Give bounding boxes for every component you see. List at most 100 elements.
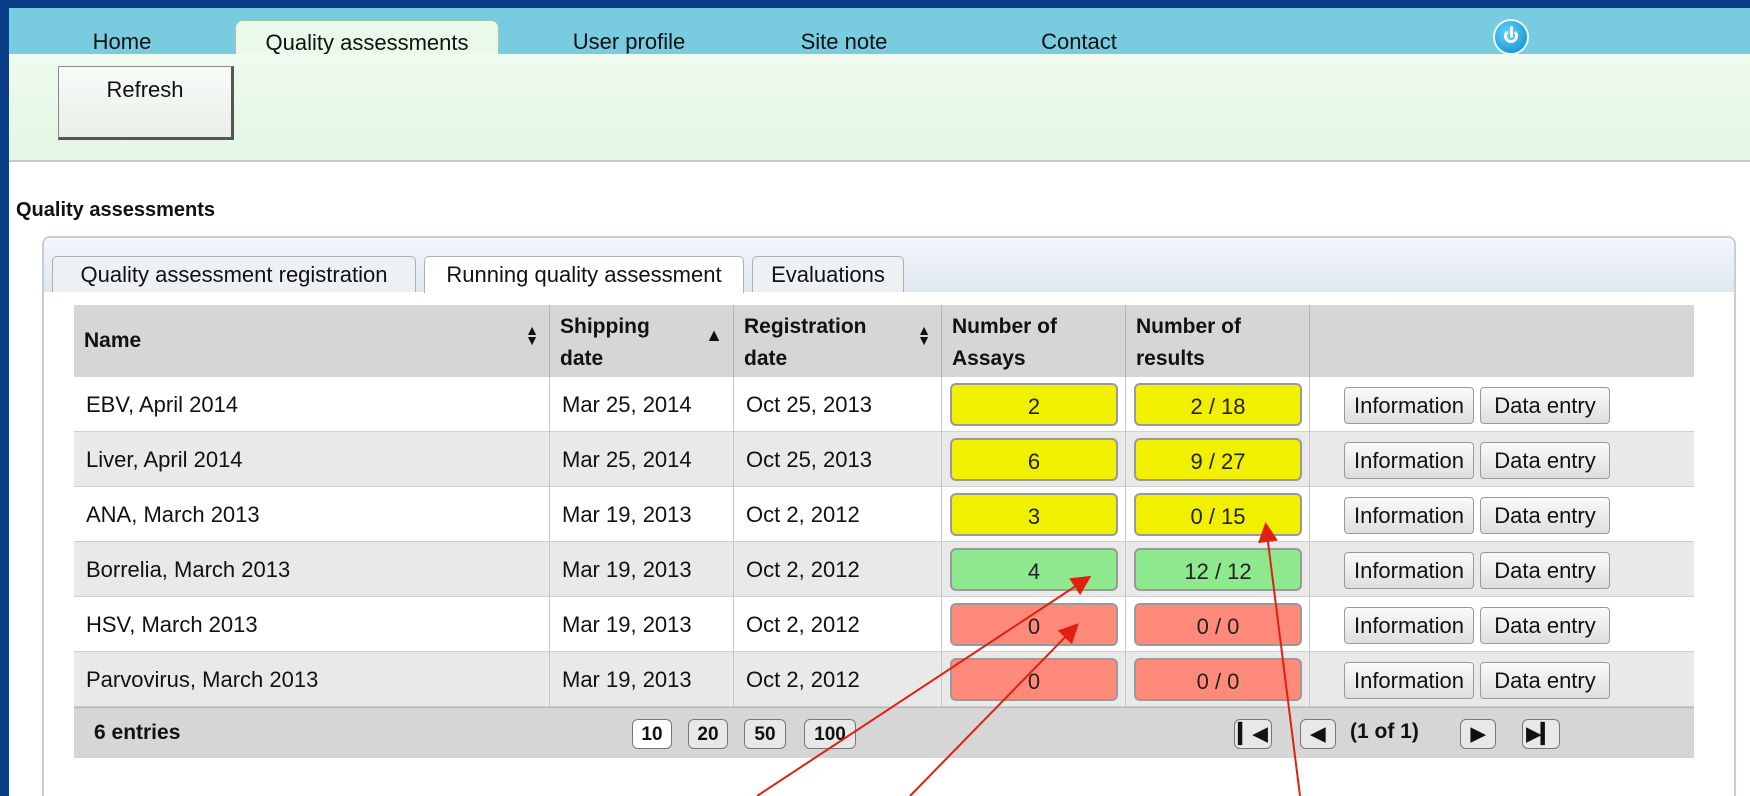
last-page-icon[interactable]: ▶▎: [1522, 719, 1560, 749]
assays-status-badge: 4: [950, 548, 1118, 591]
cell-registration-date: Oct 25, 2013: [734, 377, 942, 432]
app-window: Home Quality assessments User profile Si…: [9, 0, 1750, 796]
data-entry-button[interactable]: Data entry: [1480, 662, 1610, 699]
table-row: ANA, March 2013 Mar 19, 2013 Oct 2, 2012 3 0…: [74, 487, 1694, 542]
table-row: Parvovirus, March 2013 Mar 19, 2013 Oct 2,…: [74, 652, 1694, 707]
cell-assays: 0: [942, 597, 1126, 652]
page-title: Quality assessments: [16, 199, 215, 221]
assays-status-badge: 3: [950, 493, 1118, 536]
cell-shipping-date: Mar 19, 2013: [550, 597, 734, 652]
toolbar: Refresh: [9, 54, 1750, 162]
column-header-number-of-assays: Number of Assays: [942, 305, 1126, 377]
column-header-number-of-results: Number of results: [1126, 305, 1310, 377]
cell-shipping-date: Mar 25, 2014: [550, 377, 734, 432]
cell-results: 0 / 0: [1126, 597, 1310, 652]
information-button[interactable]: Information: [1344, 552, 1474, 589]
tab-evaluations[interactable]: Evaluations: [752, 256, 904, 292]
cell-name: Liver, April 2014: [74, 432, 550, 487]
table-row: EBV, April 2014 Mar 25, 2014 Oct 25, 2013 2…: [74, 377, 1694, 432]
page-size-20[interactable]: 20: [688, 719, 728, 749]
cell-results: 9 / 27: [1126, 432, 1310, 487]
results-status-badge: 2 / 18: [1134, 383, 1302, 426]
page-size-50[interactable]: 50: [744, 719, 786, 749]
cell-name: Parvovirus, March 2013: [74, 652, 550, 707]
cell-assays: 0: [942, 652, 1126, 707]
results-status-badge: 9 / 27: [1134, 438, 1302, 481]
cell-actions: Information Data entry: [1310, 487, 1694, 542]
table-row: Borrelia, March 2013 Mar 19, 2013 Oct 2, 2…: [74, 542, 1694, 597]
cell-registration-date: Oct 25, 2013: [734, 432, 942, 487]
next-page-icon[interactable]: ▶: [1460, 719, 1496, 749]
table-row: HSV, March 2013 Mar 19, 2013 Oct 2, 2012 0 0…: [74, 597, 1694, 652]
sort-ascending-icon: ▲: [705, 325, 723, 345]
tab-quality-assessment-registration[interactable]: Quality assessment registration: [52, 256, 416, 292]
results-status-badge: 0 / 15: [1134, 493, 1302, 536]
cell-shipping-date: Mar 25, 2014: [550, 432, 734, 487]
information-button[interactable]: Information: [1344, 442, 1474, 479]
cell-results: 0 / 0: [1126, 652, 1310, 707]
cell-actions: Information Data entry: [1310, 597, 1694, 652]
information-button[interactable]: Information: [1344, 497, 1474, 534]
column-header-actions: [1310, 305, 1694, 377]
cell-actions: Information Data entry: [1310, 432, 1694, 487]
assays-status-badge: 0: [950, 658, 1118, 701]
page-info: (1 of 1): [1350, 720, 1419, 743]
power-icon[interactable]: [1493, 19, 1529, 55]
data-entry-button[interactable]: Data entry: [1480, 552, 1610, 589]
cell-results: 12 / 12: [1126, 542, 1310, 597]
previous-page-icon[interactable]: ◀: [1300, 719, 1336, 749]
first-page-icon[interactable]: ▎◀: [1234, 719, 1272, 749]
entries-count: 6 entries: [94, 721, 181, 744]
assays-status-badge: 2: [950, 383, 1118, 426]
data-entry-button[interactable]: Data entry: [1480, 442, 1610, 479]
results-status-badge: 0 / 0: [1134, 603, 1302, 646]
column-header-shipping-date[interactable]: Shipping date ▲: [550, 305, 734, 377]
cell-registration-date: Oct 2, 2012: [734, 597, 942, 652]
cell-actions: Information Data entry: [1310, 542, 1694, 597]
panel-tab-bar: Quality assessment registration Running …: [44, 238, 1734, 293]
column-header-label: Registration date: [744, 315, 867, 370]
cell-shipping-date: Mar 19, 2013: [550, 487, 734, 542]
data-entry-button[interactable]: Data entry: [1480, 387, 1610, 424]
table-footer: 6 entries 10 20 50 100 ▎◀ ◀ (1 of 1) ▶ ▶…: [74, 707, 1694, 758]
cell-registration-date: Oct 2, 2012: [734, 487, 942, 542]
cell-assays: 2: [942, 377, 1126, 432]
column-header-name[interactable]: Name ▲ ▼: [74, 305, 550, 377]
cell-assays: 6: [942, 432, 1126, 487]
sort-both-icon: ▲ ▼: [917, 322, 931, 348]
assays-status-badge: 0: [950, 603, 1118, 646]
information-button[interactable]: Information: [1344, 662, 1474, 699]
cell-actions: Information Data entry: [1310, 377, 1694, 432]
refresh-button[interactable]: Refresh: [58, 66, 234, 140]
quality-assessment-panel: Quality assessment registration Running …: [42, 236, 1736, 796]
cell-actions: Information Data entry: [1310, 652, 1694, 707]
cell-name: Borrelia, March 2013: [74, 542, 550, 597]
tab-running-quality-assessment[interactable]: Running quality assessment: [424, 256, 744, 293]
cell-name: HSV, March 2013: [74, 597, 550, 652]
cell-name: ANA, March 2013: [74, 487, 550, 542]
sort-both-icon: ▲ ▼: [525, 322, 539, 348]
column-header-label: Shipping date: [560, 315, 650, 370]
column-header-label: Name: [84, 329, 142, 352]
table-row: Liver, April 2014 Mar 25, 2014 Oct 25, 201…: [74, 432, 1694, 487]
cell-results: 2 / 18: [1126, 377, 1310, 432]
cell-name: EBV, April 2014: [74, 377, 550, 432]
cell-assays: 3: [942, 487, 1126, 542]
data-entry-button[interactable]: Data entry: [1480, 607, 1610, 644]
results-status-badge: 0 / 0: [1134, 658, 1302, 701]
information-button[interactable]: Information: [1344, 607, 1474, 644]
top-navigation: Home Quality assessments User profile Si…: [9, 0, 1750, 63]
cell-registration-date: Oct 2, 2012: [734, 652, 942, 707]
page-size-100[interactable]: 100: [804, 719, 856, 749]
cell-results: 0 / 15: [1126, 487, 1310, 542]
cell-shipping-date: Mar 19, 2013: [550, 652, 734, 707]
page-size-10[interactable]: 10: [632, 719, 672, 749]
cell-assays: 4: [942, 542, 1126, 597]
column-header-registration-date[interactable]: Registration date ▲ ▼: [734, 305, 942, 377]
cell-registration-date: Oct 2, 2012: [734, 542, 942, 597]
results-status-badge: 12 / 12: [1134, 548, 1302, 591]
information-button[interactable]: Information: [1344, 387, 1474, 424]
assays-status-badge: 6: [950, 438, 1118, 481]
cell-shipping-date: Mar 19, 2013: [550, 542, 734, 597]
data-entry-button[interactable]: Data entry: [1480, 497, 1610, 534]
